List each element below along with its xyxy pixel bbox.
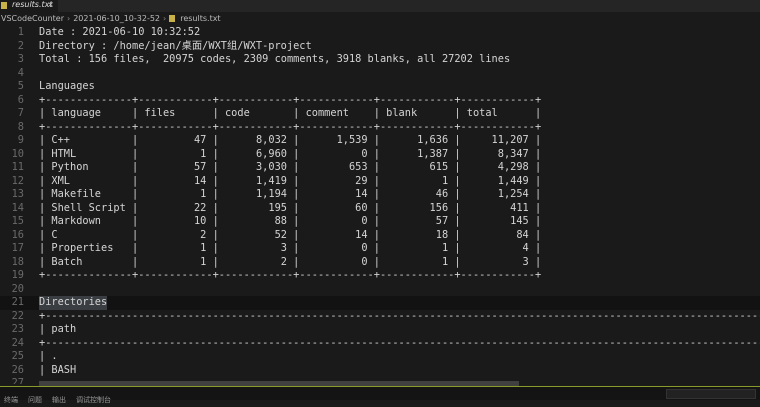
- line-number: 24: [11, 336, 24, 349]
- breadcrumb: VSCodeCounter › 2021-06-10_10-32-52 › result…: [0, 12, 760, 26]
- tab-results-txt[interactable]: results.txt ×: [0, 0, 58, 12]
- line-text: | BASH: [39, 363, 77, 376]
- editor-line[interactable]: 11 | Python | 57 | 3,030 | 653 | 615 | 4,…: [0, 161, 760, 175]
- line-text: | XML | 14 | 1,419 | 29 | 1 | 1,449 |: [39, 174, 542, 187]
- editor-line[interactable]: 24 +-------------------------------------…: [0, 337, 760, 351]
- line-text: | Markdown | 10 | 88 | 0 | 57 | 145 |: [39, 215, 542, 227]
- line-number: 23: [11, 323, 24, 335]
- editor-line[interactable]: 3 Total : 156 files, 20975 codes, 2309 co…: [0, 53, 760, 67]
- panel-tab-debug-console[interactable]: 调试控制台: [76, 394, 111, 407]
- line-text: | language | files | code | comment | bl…: [39, 107, 542, 119]
- editor-line[interactable]: 1 Date : 2021-06-10 10:32:52: [0, 26, 760, 40]
- line-number: 13: [11, 188, 24, 200]
- line-number: 26: [11, 363, 24, 376]
- panel-tab-output[interactable]: 输出: [52, 394, 66, 407]
- editor[interactable]: 1 Date : 2021-06-10 10:32:52 2 Directory : …: [0, 26, 760, 384]
- editor-line[interactable]: 7 | language | files | code | comment | b…: [0, 107, 760, 121]
- line-text: Total : 156 files, 20975 codes, 2309 com…: [39, 53, 511, 65]
- line-number: 19: [11, 269, 24, 281]
- editor-line[interactable]: 2 Directory : /home/jean/桌面/WXT组/WXT-proj…: [0, 40, 760, 54]
- breadcrumb-item[interactable]: results.txt: [180, 14, 220, 23]
- editor-line[interactable]: 19 +--------------+------------+---------…: [0, 269, 760, 283]
- breadcrumb-item[interactable]: VSCodeCounter: [1, 14, 64, 23]
- line-number: 5: [17, 80, 24, 92]
- editor-line[interactable]: 26 | BASH: [0, 364, 760, 378]
- line-text: | HTML | 1 | 6,960 | 0 | 1,387 | 8,347 |: [39, 147, 542, 160]
- line-text: | .: [39, 350, 58, 362]
- line-text: Date : 2021-06-10 10:32:52: [39, 26, 201, 38]
- chevron-right-icon: ›: [163, 14, 167, 23]
- editor-line[interactable]: 6 +--------------+------------+----------…: [0, 94, 760, 108]
- line-number: 9: [17, 134, 24, 146]
- line-number: 1: [17, 26, 24, 38]
- line-text: +--------------+------------+-----------…: [39, 120, 542, 133]
- line-number: 3: [17, 53, 24, 65]
- line-number: 2: [17, 39, 24, 52]
- editor-line[interactable]: 21 Directories: [0, 296, 760, 310]
- line-number: 21: [11, 296, 24, 308]
- panel-filter-input[interactable]: [666, 389, 756, 399]
- editor-line[interactable]: 14 | Shell Script | 22 | 195 | 60 | 156 |…: [0, 202, 760, 216]
- line-number: 12: [11, 174, 24, 187]
- line-text: +---------------------------------------…: [39, 336, 760, 349]
- line-text: +--------------+------------+-----------…: [39, 269, 542, 281]
- editor-line[interactable]: 5 Languages: [0, 80, 760, 94]
- line-text: | path: [39, 323, 77, 335]
- line-number: 17: [11, 242, 24, 254]
- editor-line[interactable]: 16 | C | 2 | 52 | 14 | 18 | 84 |: [0, 229, 760, 243]
- tab-bar: results.txt ×: [0, 0, 760, 12]
- text-file-icon: [1, 2, 7, 9]
- editor-line[interactable]: 12 | XML | 14 | 1,419 | 29 | 1 | 1,449 |: [0, 175, 760, 189]
- editor-line[interactable]: 17 | Properties | 1 | 3 | 0 | 1 | 4 |: [0, 242, 760, 256]
- panel-tab-problems[interactable]: 问题: [28, 394, 42, 407]
- line-text: | C | 2 | 52 | 14 | 18 | 84 |: [39, 228, 542, 241]
- editor-line[interactable]: 18 | Batch | 1 | 2 | 0 | 1 | 3 |: [0, 256, 760, 270]
- line-number: 18: [11, 255, 24, 268]
- line-number: 25: [11, 350, 24, 362]
- line-text: +--------------+------------+-----------…: [39, 93, 542, 106]
- editor-line[interactable]: 23 | path: [0, 323, 760, 337]
- line-text: Languages: [39, 80, 95, 92]
- editor-line[interactable]: 8 +--------------+------------+----------…: [0, 121, 760, 135]
- editor-line[interactable]: 20: [0, 283, 760, 297]
- line-number: 11: [11, 161, 24, 173]
- panel-tab-terminal[interactable]: 终端: [4, 394, 18, 407]
- bottom-panel: 终端 问题 输出 调试控制台: [0, 387, 760, 404]
- line-number: 27: [11, 377, 24, 384]
- line-number: 4: [17, 66, 24, 79]
- editor-line[interactable]: 10 | HTML | 1 | 6,960 | 0 | 1,387 | 8,347…: [0, 148, 760, 162]
- editor-line[interactable]: 15 | Markdown | 10 | 88 | 0 | 57 | 145 |: [0, 215, 760, 229]
- editor-line[interactable]: 4: [0, 67, 760, 81]
- close-icon[interactable]: ×: [47, 0, 54, 10]
- line-text: | Properties | 1 | 3 | 0 | 1 | 4 |: [39, 242, 542, 254]
- line-text: | Shell Script | 22 | 195 | 60 | 156 | 4…: [39, 201, 542, 214]
- line-number: 15: [11, 215, 24, 227]
- line-text: +---------------------------------------…: [39, 309, 760, 322]
- editor-line[interactable]: 22 +-------------------------------------…: [0, 310, 760, 324]
- text-file-icon: [169, 15, 176, 22]
- line-number: 6: [17, 93, 24, 106]
- line-number: 16: [11, 228, 24, 241]
- line-text: | C++ | 47 | 8,032 | 1,539 | 1,636 | 11,…: [39, 134, 542, 146]
- line-number: 7: [17, 107, 24, 119]
- line-number: 10: [11, 147, 24, 160]
- line-text: | Python | 57 | 3,030 | 653 | 615 | 4,29…: [39, 161, 542, 173]
- line-number: 22: [11, 309, 24, 322]
- line-number: 8: [17, 120, 24, 133]
- line-number: 14: [11, 201, 24, 214]
- chevron-right-icon: ›: [67, 14, 71, 23]
- line-text: Directories: [39, 296, 108, 310]
- line-text: | Batch | 1 | 2 | 0 | 1 | 3 |: [39, 255, 542, 268]
- editor-line[interactable]: 9 | C++ | 47 | 8,032 | 1,539 | 1,636 | 11…: [0, 134, 760, 148]
- line-text: | Makefile | 1 | 1,194 | 14 | 46 | 1,254…: [39, 188, 542, 200]
- editor-line[interactable]: 13 | Makefile | 1 | 1,194 | 14 | 46 | 1,2…: [0, 188, 760, 202]
- editor-line[interactable]: 25 | .: [0, 350, 760, 364]
- line-text: Directory : /home/jean/桌面/WXT组/WXT-proje…: [39, 39, 312, 52]
- breadcrumb-item[interactable]: 2021-06-10_10-32-52: [73, 14, 160, 23]
- line-number: 20: [11, 282, 24, 295]
